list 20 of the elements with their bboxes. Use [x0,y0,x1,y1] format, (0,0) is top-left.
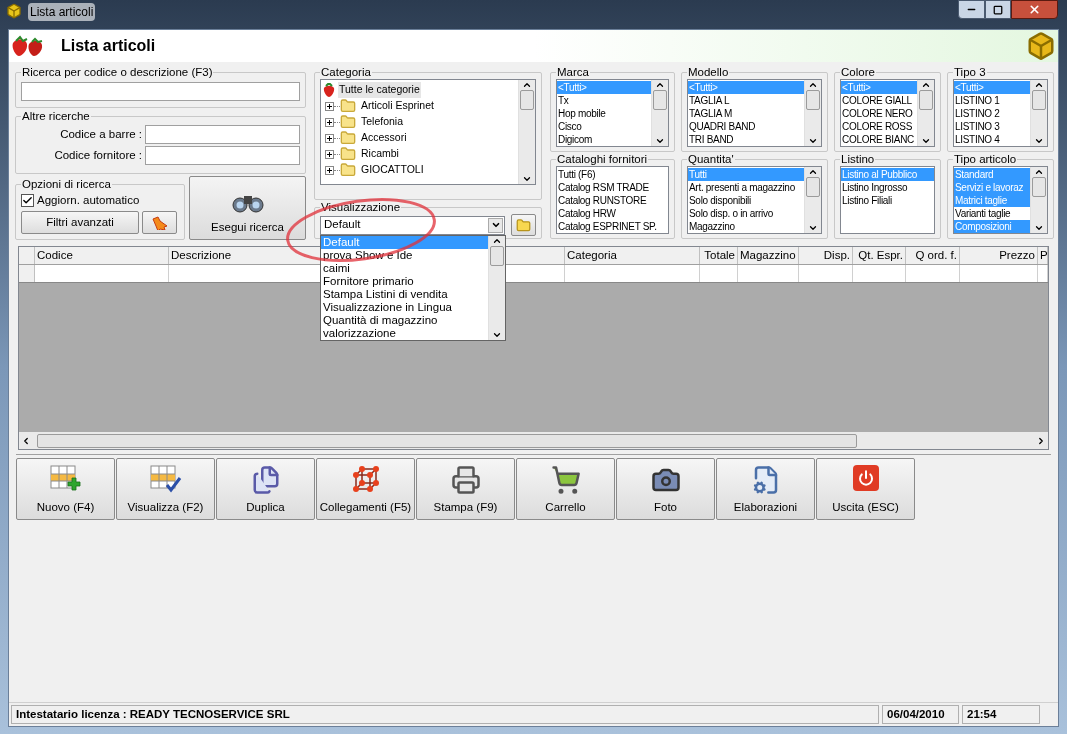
group-label: Listino [840,153,876,166]
time-text: 21:54 [962,705,1040,724]
group-label: Quantita' [687,153,735,166]
group-label: Categoria [320,66,372,79]
group-label: Opzioni di ricerca [21,178,112,191]
field-label: Codice a barre : [60,126,142,142]
date-text: 06/04/2010 [882,705,959,724]
group-label: Cataloghi fornitori [556,153,649,166]
checkbox-label: Aggiorn. automatico [37,193,140,208]
group-label: Marca [556,66,590,79]
group-label: Altre ricerche [21,110,91,123]
group-label: Ricerca per codice o descrizione (F3) [21,66,214,79]
page-title: Lista articoli [61,36,156,56]
group-label: Modello [687,66,730,79]
field-label: Codice fornitore : [54,147,142,163]
group-label: Colore [840,66,876,79]
license-text: Intestatario licenza : READY TECNOSERVICE SRL [11,705,879,724]
group-label: Tipo articolo [953,153,1018,166]
group-label: Tipo 3 [953,66,987,79]
window-title: Lista articoli [28,3,96,21]
